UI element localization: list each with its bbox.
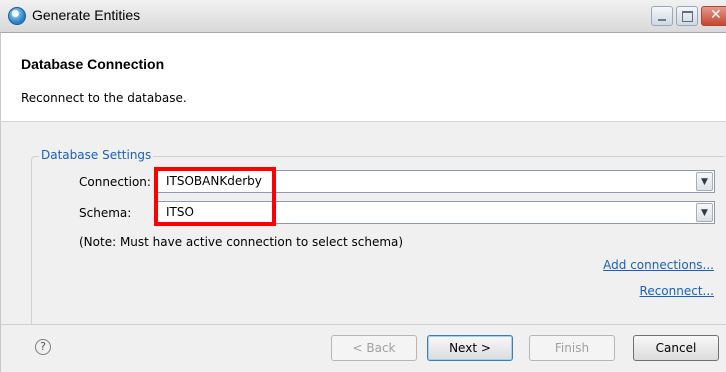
help-icon[interactable]: ? — [35, 339, 51, 355]
wizard-body: Database Settings Connection: ITSOBANKde… — [0, 122, 726, 330]
app-icon — [8, 7, 26, 25]
database-settings-legend: Database Settings — [39, 148, 154, 162]
page-description: Reconnect to the database. — [21, 91, 187, 105]
generate-entities-dialog: Generate Entities Database Connection Re… — [0, 0, 726, 372]
page-title: Database Connection — [21, 56, 165, 72]
wizard-header: Database Connection Reconnect to the dat… — [0, 33, 726, 121]
cancel-button[interactable]: Cancel — [633, 335, 719, 361]
maximize-button[interactable] — [676, 6, 698, 26]
minimize-button[interactable] — [651, 6, 673, 26]
next-button[interactable]: Next > — [427, 335, 513, 361]
wizard-footer: ? < Back Next > Finish Cancel — [0, 325, 726, 372]
window-title: Generate Entities — [32, 7, 141, 23]
chevron-down-icon[interactable]: ▼ — [696, 203, 713, 222]
reconnect-link[interactable]: Reconnect... — [640, 284, 714, 298]
schema-label: Schema: — [79, 206, 132, 220]
title-bar: Generate Entities — [0, 0, 726, 33]
schema-note: (Note: Must have active connection to se… — [79, 235, 404, 249]
close-button[interactable] — [701, 6, 726, 26]
back-button[interactable]: < Back — [331, 335, 417, 361]
highlight-box — [154, 167, 276, 226]
finish-button[interactable]: Finish — [529, 335, 615, 361]
add-connections-link[interactable]: Add connections... — [603, 258, 714, 272]
chevron-down-icon[interactable]: ▼ — [696, 172, 713, 191]
connection-label: Connection: — [79, 175, 151, 189]
